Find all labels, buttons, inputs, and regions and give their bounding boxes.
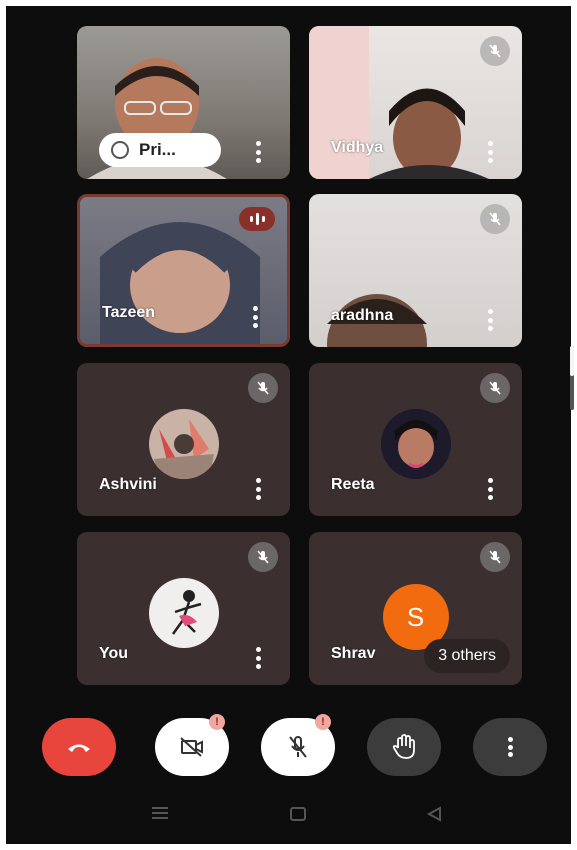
participant-avatar: [380, 409, 451, 479]
participant-name: aradhna: [331, 307, 394, 324]
more-options-icon[interactable]: [486, 309, 494, 331]
phone-screen: Pri... Vidhya Tazeen aradhna Ashvini Ree…: [6, 6, 574, 844]
participant-name: You: [99, 645, 129, 662]
more-options-icon[interactable]: [254, 478, 262, 500]
mic-muted-icon: [480, 36, 510, 66]
raise-hand-button[interactable]: [367, 718, 441, 776]
participant-tile-aradhna[interactable]: aradhna: [309, 194, 522, 347]
participant-tile-tazeen[interactable]: Tazeen: [77, 194, 290, 347]
participant-name: Pri...: [139, 140, 176, 159]
scrollbar[interactable]: [570, 346, 574, 410]
more-options-icon[interactable]: [254, 141, 262, 163]
participant-tile-vidhya[interactable]: Vidhya: [309, 26, 522, 179]
end-call-icon: [68, 744, 90, 752]
more-options-icon[interactable]: [251, 306, 259, 328]
camera-toggle-button[interactable]: !: [155, 714, 229, 776]
mic-muted-icon: [480, 204, 510, 234]
more-options-icon[interactable]: [254, 647, 262, 669]
mic-muted-icon: [248, 542, 278, 572]
participant-name: Shrav: [331, 645, 376, 662]
participant-tile-pri[interactable]: Pri...: [77, 26, 290, 179]
participant-tile-reeta[interactable]: Reeta: [309, 363, 522, 516]
home-square-icon: [290, 807, 306, 821]
participant-avatar: [148, 578, 219, 648]
scrollbar-thumb[interactable]: [570, 346, 574, 376]
participant-avatar: [148, 409, 219, 479]
mic-muted-icon: [248, 373, 278, 403]
mic-muted-icon: [480, 542, 510, 572]
back-triangle-icon: [426, 806, 441, 822]
participant-tile-ashvini[interactable]: Ashvini: [77, 363, 290, 516]
others-count-pill[interactable]: 3 others: [424, 639, 510, 673]
camera-off-icon: [180, 737, 203, 757]
more-options-button[interactable]: [473, 718, 547, 776]
nav-recents-button[interactable]: [150, 806, 170, 825]
raise-hand-icon: [392, 734, 415, 759]
mic-muted-icon: [480, 373, 510, 403]
participant-name: Reeta: [331, 476, 375, 493]
alert-badge: !: [209, 714, 225, 730]
end-call-button[interactable]: [42, 718, 116, 776]
pinned-name-pill[interactable]: Pri...: [99, 133, 221, 167]
speaking-indicator-icon: [239, 207, 275, 231]
pin-icon: [111, 141, 129, 159]
participant-tile-shravani[interactable]: S Shrav 3 others: [309, 532, 522, 685]
participant-tile-you[interactable]: You: [77, 532, 290, 685]
more-options-icon: [507, 737, 513, 757]
mic-off-icon: [289, 736, 307, 758]
alert-badge: !: [315, 714, 331, 730]
participant-name: Vidhya: [331, 139, 384, 156]
more-options-icon[interactable]: [486, 478, 494, 500]
more-options-icon[interactable]: [486, 141, 494, 163]
nav-back-button[interactable]: [426, 806, 442, 827]
menu-icon: [152, 807, 168, 819]
avatar-initial: S: [406, 601, 425, 632]
nav-home-button[interactable]: [289, 806, 307, 827]
mic-toggle-button[interactable]: !: [261, 714, 335, 776]
participant-name: Ashvini: [99, 476, 157, 493]
participant-name: Tazeen: [102, 304, 156, 321]
